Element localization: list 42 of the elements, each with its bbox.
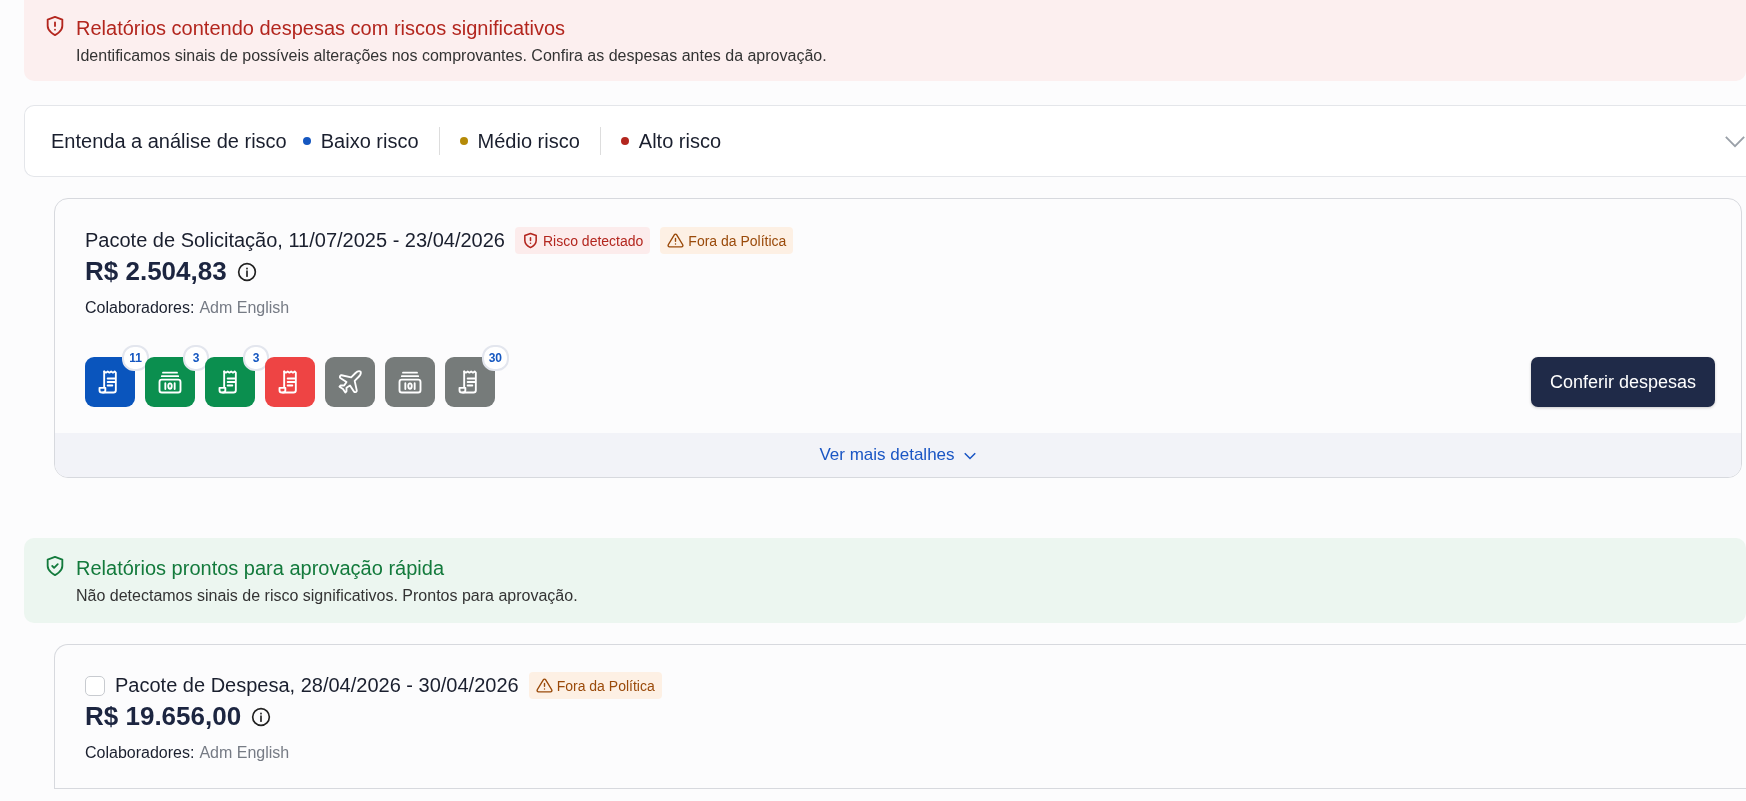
alert-message: Identificamos sinais de possíveis alterações nos comprovantes. Confira as despesas antes da aprovação. [76,47,827,65]
risk-level-label: Médio risco [477,129,580,153]
collaborator-name: Adm English [199,744,290,762]
shield-alert-icon [521,232,539,249]
count-badge: 11 [122,345,149,371]
report-amount: R$ 19.656,00 [85,701,242,732]
expense-tile[interactable] [265,357,315,407]
report-checkbox[interactable] [85,675,105,696]
alert-title: Relatórios contendo despesas com riscos significativos [76,17,567,40]
collaborator-name: Adm English [199,299,290,317]
policy-tag: Fora da Política [528,672,662,699]
collaborators-label: Colaboradores: [85,744,195,762]
info-icon[interactable] [251,706,272,727]
report-title: Pacote de Solicitação, 11/07/2025 - 23/04/2026 [85,229,505,252]
alert-title: Relatórios prontos para aprovação rápida [76,557,445,580]
risk-legend-panel[interactable]: Entenda a análise de risco Baixo risco Médio risco Alto risco [24,105,1746,177]
policy-tag: Fora da Política [660,227,794,254]
warning-icon [535,677,553,694]
shield-check-icon [44,555,66,577]
alert-message: Não detectamos sinais de risco significativos. Prontos para aprovação. [76,587,578,605]
count-badge: 3 [243,345,269,371]
report-title: Pacote de Despesa, 28/04/2026 - 30/04/2026 [115,674,519,697]
plane-icon [336,368,364,396]
risk-tag: Risco detectado [514,227,651,254]
collaborators-label: Colaboradores: [85,299,195,317]
shield-alert-icon [44,15,66,37]
expense-tile[interactable] [205,357,255,407]
count-badge: 30 [481,345,509,371]
info-icon[interactable] [236,261,257,282]
warning-icon [667,232,685,249]
chevron-down-icon [962,450,977,460]
report-amount: R$ 2.504,83 [85,256,227,287]
risk-level-label: Baixo risco [320,129,419,153]
count-badge: 3 [183,345,209,371]
risk-level-label: Alto risco [638,129,722,153]
chevron-icon[interactable] [1724,134,1746,148]
expense-tile[interactable] [325,357,375,407]
legend-title: Entenda a análise de risco [51,129,287,153]
expense-tile[interactable] [385,357,435,407]
more-details-link[interactable]: Ver mais detalhes [55,433,1741,477]
expense-tile[interactable] [145,357,195,407]
review-expenses-button[interactable]: Conferir despesas [1530,357,1715,407]
